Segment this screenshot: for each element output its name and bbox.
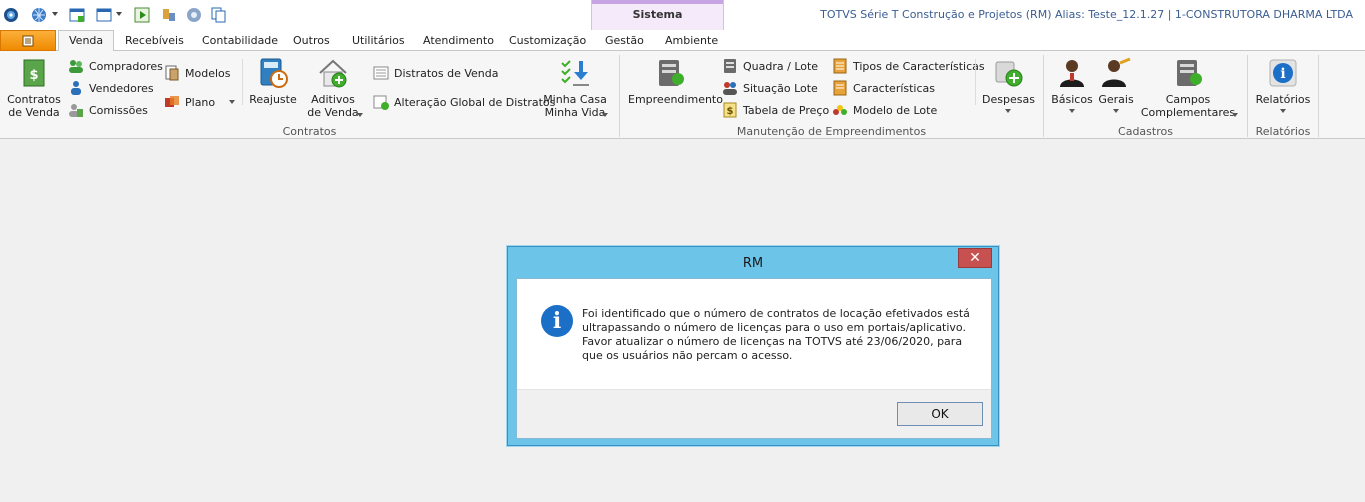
distratos-venda-button[interactable]: Distratos de Venda (373, 64, 498, 82)
message-area: i Foi identificado que o número de contr… (517, 279, 991, 389)
chevron-down-icon (229, 100, 236, 104)
modelos-button[interactable]: Modelos (164, 64, 231, 82)
relatorios-dropdown[interactable]: i Relatórios (1252, 57, 1314, 113)
close-icon: ✕ (969, 250, 981, 266)
empreendimento-button[interactable]: Empreendimento (628, 57, 723, 106)
ok-button[interactable]: OK (897, 402, 983, 426)
house-add-icon (317, 57, 349, 89)
chevron-down-icon[interactable] (116, 12, 122, 16)
person-tool-icon (1100, 57, 1132, 89)
dialog-body: i Foi identificado que o número de contr… (516, 278, 992, 439)
dialog-title: RM (742, 256, 764, 271)
server-tree-icon (654, 57, 686, 89)
list-icon (832, 80, 848, 96)
tab-customizacao[interactable]: Customização (509, 31, 586, 51)
chevron-down-icon (1005, 109, 1011, 113)
chevron-down-icon (1280, 109, 1286, 113)
chevron-down-icon (1232, 113, 1238, 117)
checklist-download-icon (559, 57, 591, 89)
chevron-down-icon (602, 113, 608, 117)
document-refresh-icon (373, 94, 389, 110)
play-icon[interactable] (133, 6, 151, 24)
expenses-add-icon (992, 57, 1024, 89)
campos-complementares-button[interactable]: Campos Complementares (1140, 57, 1238, 119)
quadra-lote-button[interactable]: Quadra / Lote (722, 57, 818, 75)
colored-dots-icon (832, 102, 848, 118)
aditivos-venda-button[interactable]: Aditivos de Venda (303, 57, 363, 119)
gerais-dropdown[interactable]: Gerais (1096, 57, 1136, 113)
chevron-down-icon (1069, 109, 1075, 113)
contract-money-icon: $ (18, 57, 50, 89)
alteracao-global-distratos-button[interactable]: Alteração Global de Distratos (373, 93, 555, 111)
server-icon (722, 58, 738, 74)
plan-icon (164, 94, 180, 110)
context-group-label: Sistema (632, 8, 683, 21)
price-tag-icon: $ (722, 102, 738, 118)
info-icon: i (541, 305, 573, 337)
contratos-venda-button[interactable]: $ Contratos de Venda (6, 57, 62, 119)
tipos-caracteristicas-button[interactable]: Tipos de Características (832, 57, 985, 75)
group-label-cadastros: Cadastros (1118, 125, 1173, 138)
tab-ambiente[interactable]: Ambiente (665, 31, 718, 51)
window-new-icon[interactable] (68, 6, 86, 24)
despesas-dropdown[interactable]: Despesas (982, 57, 1035, 113)
chevron-down-icon[interactable] (52, 12, 58, 16)
server-tree-icon (1172, 57, 1204, 89)
group-label-contratos: Contratos (282, 125, 337, 138)
web-icon[interactable] (185, 6, 203, 24)
tabela-preco-button[interactable]: $ Tabela de Preço (722, 101, 829, 119)
svg-text:$: $ (29, 68, 38, 83)
tab-utilitarios[interactable]: Utilitários (352, 31, 405, 51)
buyers-icon (68, 58, 84, 74)
modelo-lote-button[interactable]: Modelo de Lote (832, 101, 937, 119)
tab-recebiveis[interactable]: Recebíveis (125, 31, 184, 51)
group-label-relatorios: Relatórios (1255, 125, 1311, 138)
group-label-manutencao: Manutenção de Empreendimentos (736, 125, 927, 138)
svg-text:$: $ (727, 106, 734, 117)
dialog-message: Foi identificado que o número de contrat… (582, 307, 970, 362)
document-lines-icon (373, 65, 389, 81)
tools-icon[interactable] (160, 6, 178, 24)
tab-outros[interactable]: Outros (293, 31, 330, 51)
plano-dropdown[interactable]: Plano (164, 93, 236, 111)
reajuste-button[interactable]: Reajuste (248, 57, 298, 106)
status-people-icon (722, 80, 738, 96)
minha-casa-minha-vida-button[interactable]: Minha Casa Minha Vida (540, 57, 610, 119)
tab-gestao[interactable]: Gestão (605, 31, 644, 51)
chevron-down-icon (357, 113, 363, 117)
svg-text:i: i (1280, 66, 1285, 82)
compradores-button[interactable]: Compradores (68, 57, 163, 75)
report-info-icon: i (1267, 57, 1299, 89)
group-divider (1318, 55, 1319, 137)
comissoes-button[interactable]: Comissões (68, 101, 148, 119)
vendedores-button[interactable]: Vendedores (68, 79, 154, 97)
tab-contabilidade[interactable]: Contabilidade (202, 31, 278, 51)
close-button[interactable]: ✕ (958, 248, 992, 268)
models-icon (164, 65, 180, 81)
globe-icon[interactable] (30, 6, 48, 24)
ribbon: $ Contratos de Venda Compradores Vendedo… (0, 51, 1365, 139)
person-icon (1056, 57, 1088, 89)
commission-icon (68, 102, 84, 118)
basicos-dropdown[interactable]: Básicos (1050, 57, 1094, 113)
tab-venda[interactable]: Venda (58, 30, 115, 52)
list-types-icon (832, 58, 848, 74)
app-orb-icon[interactable] (2, 6, 20, 24)
tab-atendimento[interactable]: Atendimento (423, 31, 494, 51)
divider (242, 59, 243, 105)
caracteristicas-button[interactable]: Características (832, 79, 935, 97)
window-title: TOTVS Série T Construção e Projetos (RM)… (820, 8, 1353, 21)
sellers-icon (68, 80, 84, 96)
divider (975, 59, 976, 105)
calculator-clock-icon (257, 57, 289, 89)
app-menu-button[interactable] (0, 30, 56, 51)
copy-icon[interactable] (210, 6, 228, 24)
menu-icon (22, 35, 34, 46)
window-icon[interactable] (95, 6, 113, 24)
dialog-button-area: OK (517, 389, 991, 438)
chevron-down-icon (1113, 109, 1119, 113)
message-dialog: RM ✕ i Foi identificado que o número de … (507, 246, 999, 446)
situacao-lote-button[interactable]: Situação Lote (722, 79, 818, 97)
